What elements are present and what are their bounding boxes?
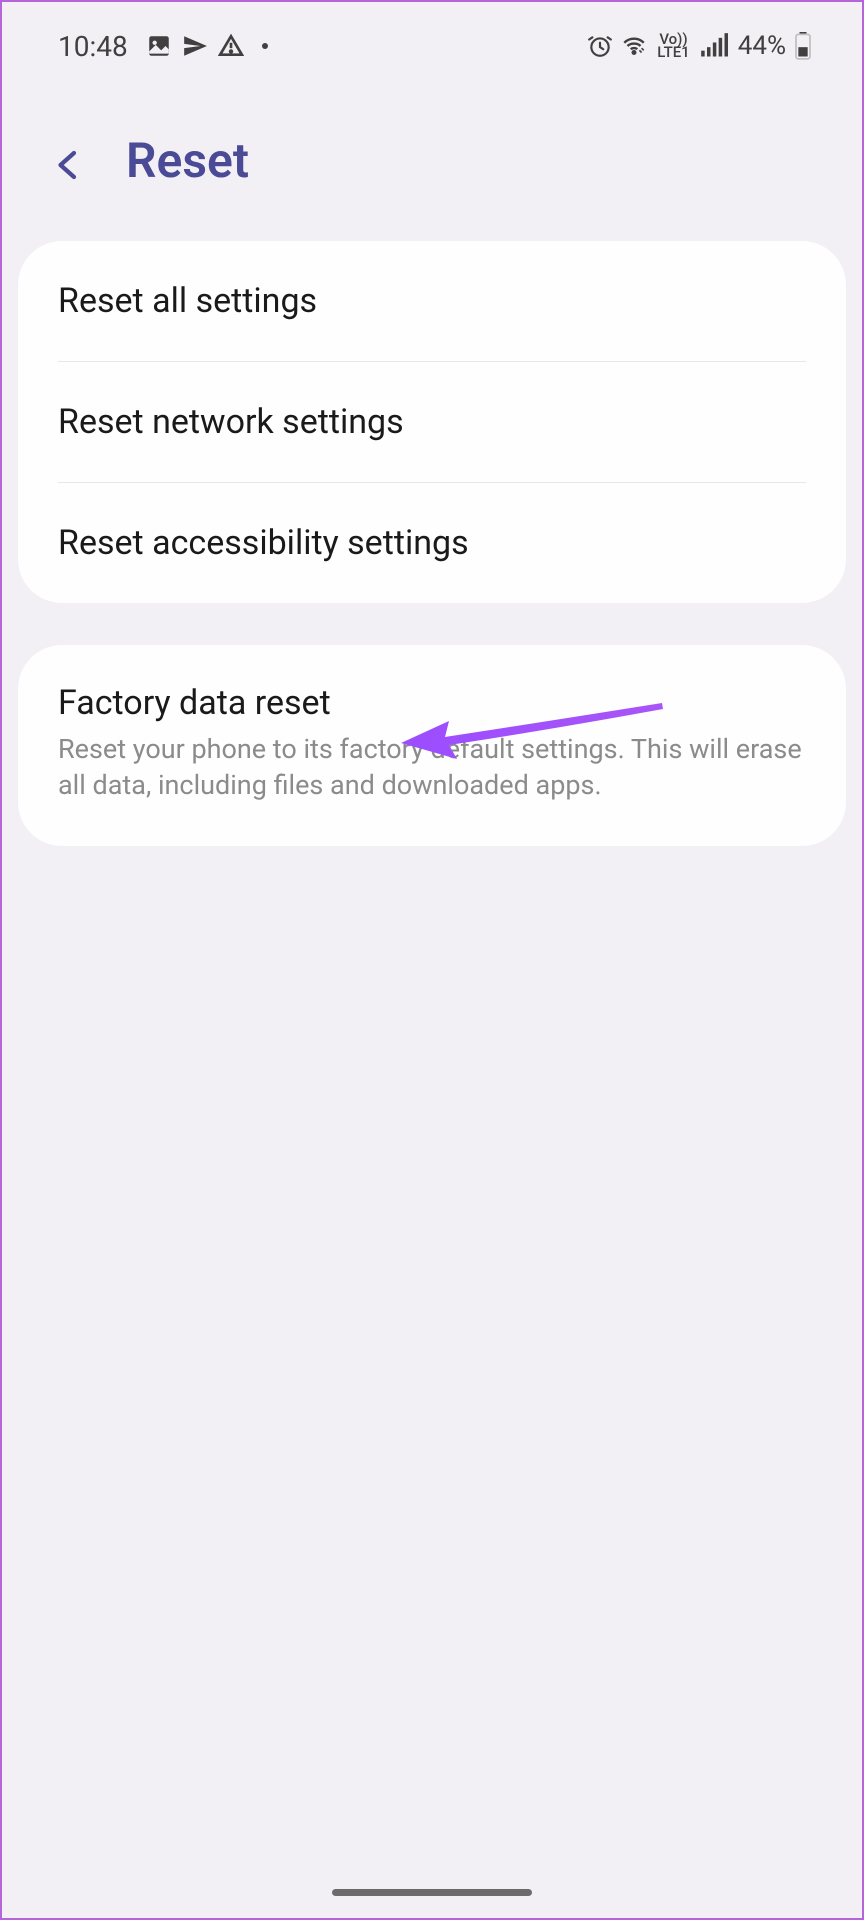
gallery-icon — [146, 33, 172, 59]
home-indicator[interactable] — [332, 1889, 532, 1896]
reset-options-card: Reset all settings Reset network setting… — [18, 241, 846, 603]
reset-accessibility-settings-item[interactable]: Reset accessibility settings — [18, 483, 846, 603]
factory-reset-card: Factory data reset Reset your phone to i… — [18, 645, 846, 846]
signal-bars-icon — [700, 33, 728, 59]
status-bar-left: 10:48 — [58, 30, 268, 63]
list-item-label: Reset all settings — [58, 281, 806, 321]
page-title: Reset — [126, 132, 249, 189]
status-notification-icons — [146, 33, 268, 59]
reset-all-settings-item[interactable]: Reset all settings — [18, 241, 846, 361]
battery-icon — [794, 32, 812, 60]
list-item-label: Reset network settings — [58, 402, 806, 442]
send-icon — [182, 33, 208, 59]
status-time: 10:48 — [58, 30, 128, 63]
battery-percent: 44% — [738, 31, 786, 61]
wifi-icon — [621, 33, 647, 59]
reset-network-settings-item[interactable]: Reset network settings — [18, 362, 846, 482]
warning-triangle-icon — [218, 33, 244, 59]
status-bar: 10:48 Vo)) LTE1 44% — [2, 2, 862, 82]
status-bar-right: Vo)) LTE1 44% — [587, 31, 812, 61]
back-button[interactable] — [50, 143, 86, 179]
alarm-icon — [587, 33, 613, 59]
page-header: Reset — [2, 82, 862, 229]
list-item-description: Reset your phone to its factory default … — [58, 731, 806, 804]
volte-indicator: Vo)) LTE1 — [657, 33, 689, 59]
list-item-label: Reset accessibility settings — [58, 523, 806, 563]
list-item-label: Factory data reset — [58, 683, 806, 723]
factory-data-reset-item[interactable]: Factory data reset Reset your phone to i… — [18, 645, 846, 846]
more-notifications-dot — [262, 43, 268, 49]
